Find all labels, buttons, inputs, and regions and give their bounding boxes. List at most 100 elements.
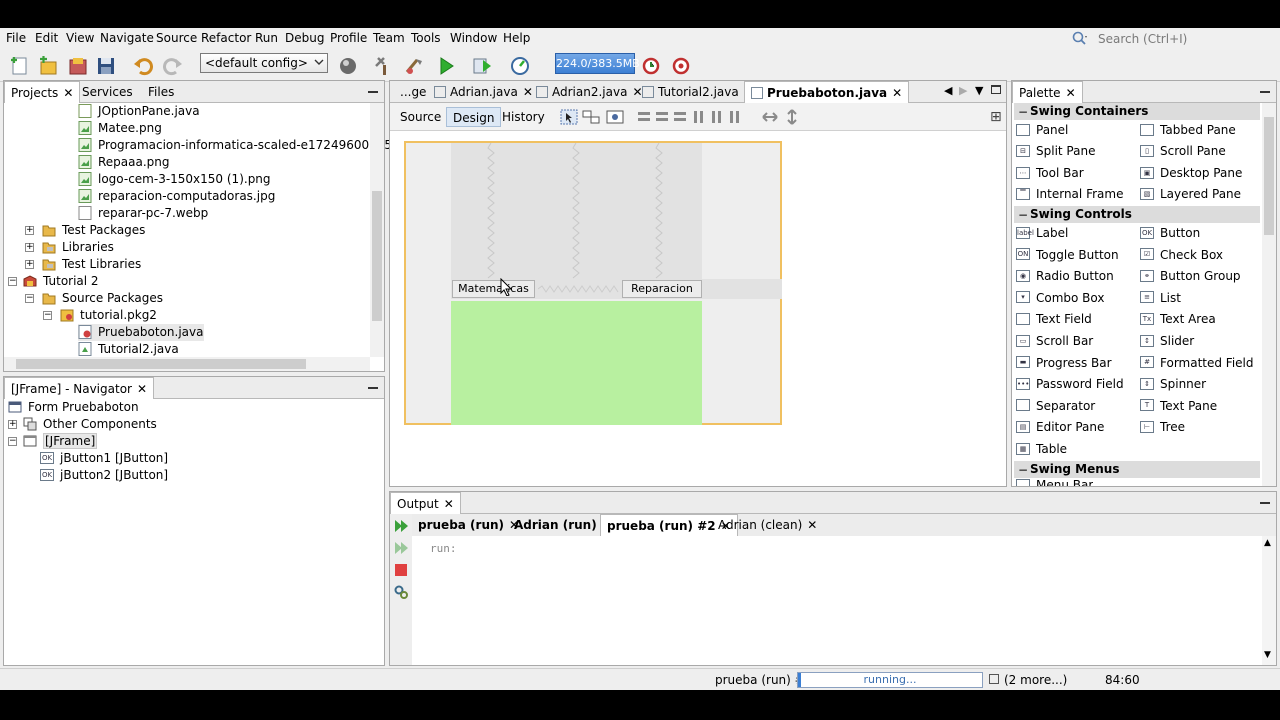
jframe-form[interactable]: Matematicas Reparacion: [404, 141, 782, 425]
tab-list-icon[interactable]: ▼: [975, 84, 983, 97]
tree-item[interactable]: JOptionPane.java: [78, 103, 200, 120]
palette-item[interactable]: ↕ Slider: [1140, 332, 1194, 350]
tab-services[interactable]: Services: [76, 81, 139, 103]
collapse-icon[interactable]: −: [43, 311, 52, 320]
nav-root[interactable]: Form Pruebaboton: [8, 399, 139, 416]
scroll-thumb[interactable]: [1264, 117, 1274, 235]
palette-item-scroll-pane[interactable]: ▯ Scroll Pane: [1140, 142, 1226, 160]
menu-team[interactable]: Team: [373, 31, 405, 45]
tree-item[interactable]: Tutorial2.java: [78, 341, 179, 358]
minimize-icon[interactable]: [1260, 502, 1270, 504]
selected-layout-region[interactable]: [451, 301, 702, 425]
palette-item[interactable]: ◉ Radio Button: [1016, 267, 1114, 285]
tree-item[interactable]: Repaaa.png: [78, 154, 170, 171]
palette-item-internal-frame[interactable]: ▔ Internal Frame: [1016, 185, 1123, 203]
tab-ge[interactable]: ...ge: [394, 81, 432, 103]
memory-indicator[interactable]: 224.0/383.5MB: [555, 53, 640, 74]
collapse-icon[interactable]: −: [25, 294, 34, 303]
tab-files[interactable]: Files: [142, 81, 180, 103]
tree-item[interactable]: Matee.png: [78, 120, 162, 137]
rerun-params-icon[interactable]: [393, 540, 409, 556]
palette-item[interactable]: ≡ List: [1140, 289, 1181, 307]
menu-view[interactable]: View: [66, 31, 94, 45]
tab-palette[interactable]: Palette ✕: [1012, 81, 1083, 103]
expand-icon[interactable]: +: [8, 420, 17, 429]
expand-icon[interactable]: +: [25, 260, 34, 269]
close-icon[interactable]: ✕: [1066, 82, 1076, 104]
tree-item[interactable]: OK jButton1 [JButton]: [40, 450, 168, 467]
search-input[interactable]: Search (Ctrl+I): [1098, 32, 1187, 46]
palette-item-tabbed-pane[interactable]: Tabbed Pane: [1140, 121, 1236, 139]
tree-item[interactable]: Other Components: [23, 416, 157, 433]
tree-item[interactable]: reparar-pc-7.webp: [78, 205, 208, 222]
alignment-tools-icon[interactable]: [638, 109, 748, 125]
palette-item[interactable]: # Formatted Field: [1140, 354, 1254, 372]
palette-item[interactable]: ⊢ Tree: [1140, 418, 1185, 436]
menu-debug[interactable]: Debug: [285, 31, 324, 45]
tree-item-selected[interactable]: Pruebaboton.java: [78, 324, 204, 341]
expand-icon[interactable]: +: [25, 226, 34, 235]
rerun-icon[interactable]: [393, 518, 409, 534]
source-mode-button[interactable]: Source: [394, 107, 447, 127]
scroll-thumb[interactable]: [372, 191, 382, 321]
globe-icon[interactable]: [336, 54, 360, 78]
menu-window[interactable]: Window: [450, 31, 497, 45]
palette-item-menu-bar[interactable]: Menu Bar: [1016, 476, 1093, 486]
minimize-icon[interactable]: [368, 387, 378, 389]
close-icon[interactable]: ✕: [444, 493, 454, 515]
tree-item[interactable]: Test Packages: [42, 222, 145, 239]
menu-profile[interactable]: Profile: [330, 31, 367, 45]
scroll-down-icon[interactable]: ▼: [1264, 650, 1271, 660]
projects-vscrollbar[interactable]: [370, 103, 384, 357]
tree-item[interactable]: tutorial.pkg2: [60, 307, 157, 324]
minimize-icon[interactable]: [1260, 91, 1270, 93]
history-mode-button[interactable]: History: [496, 107, 551, 127]
palette-item[interactable]: ON Toggle Button: [1016, 246, 1119, 264]
palette-item[interactable]: label Label: [1016, 224, 1068, 242]
tab-projects[interactable]: Projects ✕: [4, 81, 81, 103]
tree-item[interactable]: Tutorial 2: [23, 273, 99, 290]
palette-item[interactable]: ▦ Table: [1016, 440, 1067, 458]
category-swing-containers[interactable]: − Swing Containers: [1014, 103, 1260, 120]
preview-design-icon[interactable]: [606, 109, 624, 125]
selection-mode-icon[interactable]: [560, 109, 578, 125]
tree-item[interactable]: Source Packages: [42, 290, 163, 307]
clean-build-icon[interactable]: [402, 54, 426, 78]
palette-item[interactable]: ▬ Progress Bar: [1016, 354, 1112, 372]
design-canvas[interactable]: Matematicas Reparacion: [390, 131, 1006, 486]
design-mode-button[interactable]: Design: [446, 107, 502, 127]
tree-item[interactable]: Libraries: [42, 239, 114, 256]
new-project-icon[interactable]: [36, 54, 60, 78]
search-box[interactable]: Search (Ctrl+I): [1072, 30, 1272, 48]
palette-item[interactable]: ☑ Check Box: [1140, 246, 1223, 264]
projects-hscrollbar[interactable]: [4, 357, 370, 371]
collapse-icon[interactable]: −: [8, 277, 17, 286]
jbutton2-reparacion[interactable]: Reparacion: [622, 280, 702, 298]
scroll-thumb[interactable]: [16, 359, 306, 369]
new-file-icon[interactable]: [8, 54, 32, 78]
tree-item[interactable]: Test Libraries: [42, 256, 141, 273]
palette-item[interactable]: ••• Password Field: [1016, 375, 1124, 393]
close-icon[interactable]: ✕: [137, 378, 147, 400]
palette-vscrollbar[interactable]: [1262, 103, 1276, 486]
scroll-tabs-right-icon[interactable]: ▶: [959, 84, 967, 97]
palette-item[interactable]: ▾ Combo Box: [1016, 289, 1105, 307]
menu-navigate[interactable]: Navigate: [100, 31, 154, 45]
palette-toggle-icon[interactable]: ⊞: [990, 109, 1002, 125]
palette-item-desktop-pane[interactable]: ▣ Desktop Pane: [1140, 164, 1242, 182]
menu-help[interactable]: Help: [503, 31, 530, 45]
menu-run[interactable]: Run: [255, 31, 278, 45]
connection-mode-icon[interactable]: [582, 109, 600, 125]
maximize-icon[interactable]: [991, 85, 1001, 94]
tab-navigator[interactable]: [JFrame] - Navigator ✕: [4, 377, 155, 400]
palette-item-tool-bar[interactable]: ⋯ Tool Bar: [1016, 164, 1084, 182]
palette-item[interactable]: ▤ Editor Pane: [1016, 418, 1104, 436]
tab-pruebaboton[interactable]: Pruebaboton.java ✕: [744, 81, 910, 103]
debug-icon[interactable]: [470, 54, 494, 78]
more-tasks-link[interactable]: (2 more...): [1004, 673, 1067, 687]
resize-tools-icon[interactable]: [762, 109, 802, 125]
tab-output[interactable]: Output ✕: [390, 492, 461, 514]
tree-item[interactable]: logo-cem-3-150x150 (1).png: [78, 171, 271, 188]
tree-item[interactable]: reparacion-computadoras.jpg: [78, 188, 275, 205]
palette-item[interactable]: Text Field: [1016, 310, 1092, 328]
